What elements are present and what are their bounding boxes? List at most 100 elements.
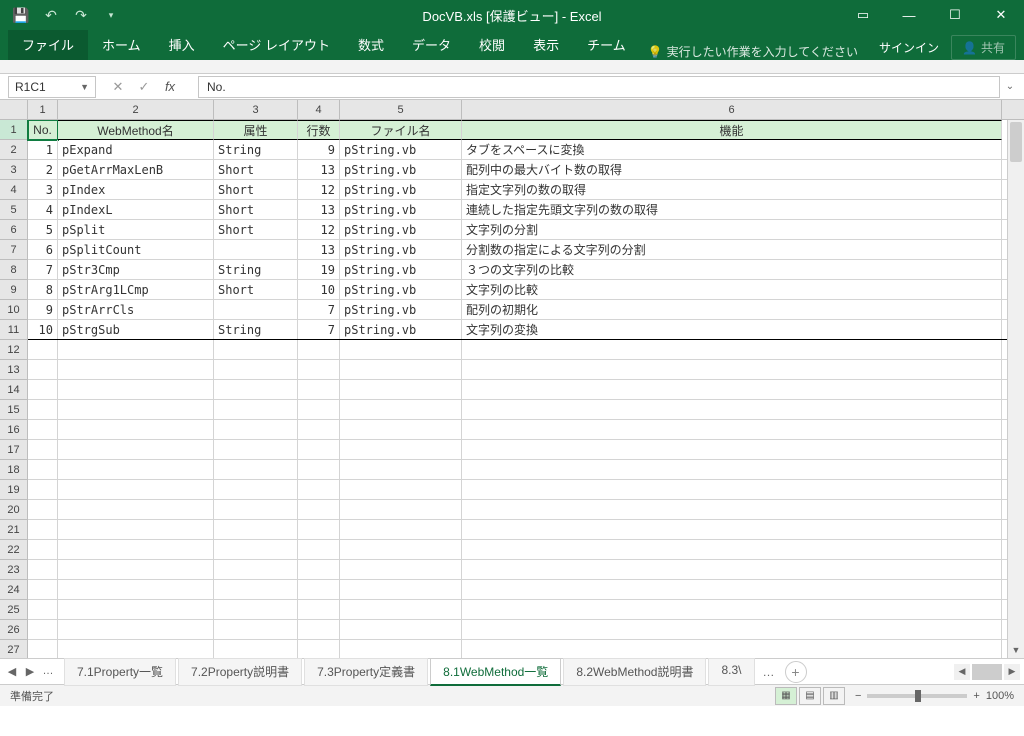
cell[interactable] <box>28 500 58 519</box>
cells-area[interactable]: No.WebMethod名属性行数ファイル名機能1pExpandString9p… <box>28 120 1024 658</box>
cell[interactable] <box>28 340 58 359</box>
cell[interactable] <box>462 480 1002 499</box>
tab-team[interactable]: チーム <box>573 29 640 60</box>
cell[interactable]: ３つの文字列の比較 <box>462 260 1002 279</box>
tab-file[interactable]: ファイル <box>8 29 88 60</box>
tab-view[interactable]: 表示 <box>519 29 573 60</box>
cell[interactable] <box>28 600 58 619</box>
cell[interactable] <box>298 340 340 359</box>
cell[interactable]: pIndex <box>58 180 214 199</box>
cell[interactable] <box>28 640 58 658</box>
cell[interactable]: 3 <box>28 180 58 199</box>
cell[interactable] <box>340 440 462 459</box>
zoom-in-button[interactable]: + <box>973 690 979 702</box>
cell[interactable] <box>214 620 298 639</box>
row-header[interactable]: 16 <box>0 420 27 440</box>
sheet-tab[interactable]: 8.3\ <box>708 658 754 686</box>
cell[interactable]: 文字列の変換 <box>462 320 1002 339</box>
cell[interactable] <box>214 560 298 579</box>
cell[interactable]: pStrArg1LCmp <box>58 280 214 299</box>
scroll-thumb[interactable] <box>1010 122 1022 162</box>
minimize-icon[interactable]: — <box>886 0 932 30</box>
cell[interactable]: 6 <box>28 240 58 259</box>
cell[interactable] <box>298 580 340 599</box>
row-header[interactable]: 10 <box>0 300 27 320</box>
cell[interactable]: 13 <box>298 200 340 219</box>
cell[interactable] <box>462 340 1002 359</box>
cell[interactable] <box>28 380 58 399</box>
cell[interactable]: pExpand <box>58 140 214 159</box>
cell[interactable]: pString.vb <box>340 160 462 179</box>
cell[interactable] <box>462 560 1002 579</box>
horizontal-scrollbar[interactable]: ◀ ▶ <box>954 664 1020 680</box>
sheet-tab[interactable]: 7.2Property説明書 <box>178 658 302 686</box>
scroll-down-icon[interactable]: ▼ <box>1008 641 1024 658</box>
cell[interactable]: String <box>214 140 298 159</box>
cell[interactable] <box>28 400 58 419</box>
row-header[interactable]: 13 <box>0 360 27 380</box>
cell[interactable] <box>214 520 298 539</box>
cell[interactable] <box>298 460 340 479</box>
scroll-left-icon[interactable]: ◀ <box>954 664 970 680</box>
row-header[interactable]: 21 <box>0 520 27 540</box>
cell[interactable]: 9 <box>298 140 340 159</box>
sheet-nav-prev-icon[interactable]: ◀ <box>4 665 20 678</box>
cell[interactable] <box>340 400 462 419</box>
cell[interactable]: 7 <box>298 320 340 339</box>
cell[interactable] <box>58 580 214 599</box>
cell[interactable]: Short <box>214 160 298 179</box>
cell[interactable] <box>58 500 214 519</box>
table-header-cell[interactable]: No. <box>28 120 58 140</box>
cell[interactable]: Short <box>214 200 298 219</box>
cell[interactable]: 8 <box>28 280 58 299</box>
cell[interactable] <box>462 380 1002 399</box>
cell[interactable] <box>28 480 58 499</box>
tab-page-layout[interactable]: ページ レイアウト <box>209 29 344 60</box>
enter-formula-icon[interactable]: ✓ <box>132 76 156 98</box>
redo-icon[interactable]: ↷ <box>68 2 94 28</box>
row-header[interactable]: 27 <box>0 640 27 658</box>
zoom-slider[interactable] <box>867 694 967 698</box>
row-header[interactable]: 5 <box>0 200 27 220</box>
cell[interactable]: 配列中の最大バイト数の取得 <box>462 160 1002 179</box>
cell[interactable]: Short <box>214 220 298 239</box>
scroll-right-icon[interactable]: ▶ <box>1004 664 1020 680</box>
table-header-cell[interactable]: WebMethod名 <box>58 120 214 140</box>
row-header[interactable]: 26 <box>0 620 27 640</box>
formula-input[interactable]: No. <box>198 76 1000 98</box>
cell[interactable] <box>214 640 298 658</box>
view-page-layout-icon[interactable]: ▤ <box>799 687 821 705</box>
cell[interactable] <box>462 460 1002 479</box>
cell[interactable] <box>214 500 298 519</box>
cell[interactable]: pString.vb <box>340 320 462 339</box>
cell[interactable] <box>58 540 214 559</box>
signin-link[interactable]: サインイン <box>879 39 939 56</box>
cell[interactable] <box>462 500 1002 519</box>
qat-customize-icon[interactable]: ▾ <box>98 2 124 28</box>
cell[interactable] <box>340 640 462 658</box>
cell[interactable] <box>214 380 298 399</box>
row-header[interactable]: 9 <box>0 280 27 300</box>
cell[interactable] <box>214 460 298 479</box>
row-header[interactable]: 19 <box>0 480 27 500</box>
cell[interactable]: Short <box>214 280 298 299</box>
cell[interactable] <box>214 440 298 459</box>
cell[interactable]: pString.vb <box>340 140 462 159</box>
row-header[interactable]: 18 <box>0 460 27 480</box>
cell[interactable] <box>298 540 340 559</box>
cell[interactable] <box>340 540 462 559</box>
cell[interactable]: 4 <box>28 200 58 219</box>
zoom-out-button[interactable]: − <box>855 690 861 702</box>
save-icon[interactable]: 💾 <box>8 2 34 28</box>
cell[interactable] <box>298 420 340 439</box>
sheet-tab[interactable]: 7.3Property定義書 <box>304 658 428 686</box>
cell[interactable] <box>462 580 1002 599</box>
zoom-thumb[interactable] <box>915 690 921 702</box>
row-header[interactable]: 4 <box>0 180 27 200</box>
sheet-nav-more-icon[interactable]: … <box>40 665 56 678</box>
cell[interactable]: 10 <box>298 280 340 299</box>
cell[interactable] <box>340 480 462 499</box>
cell[interactable] <box>58 440 214 459</box>
cell[interactable] <box>298 640 340 658</box>
tab-insert[interactable]: 挿入 <box>155 29 209 60</box>
